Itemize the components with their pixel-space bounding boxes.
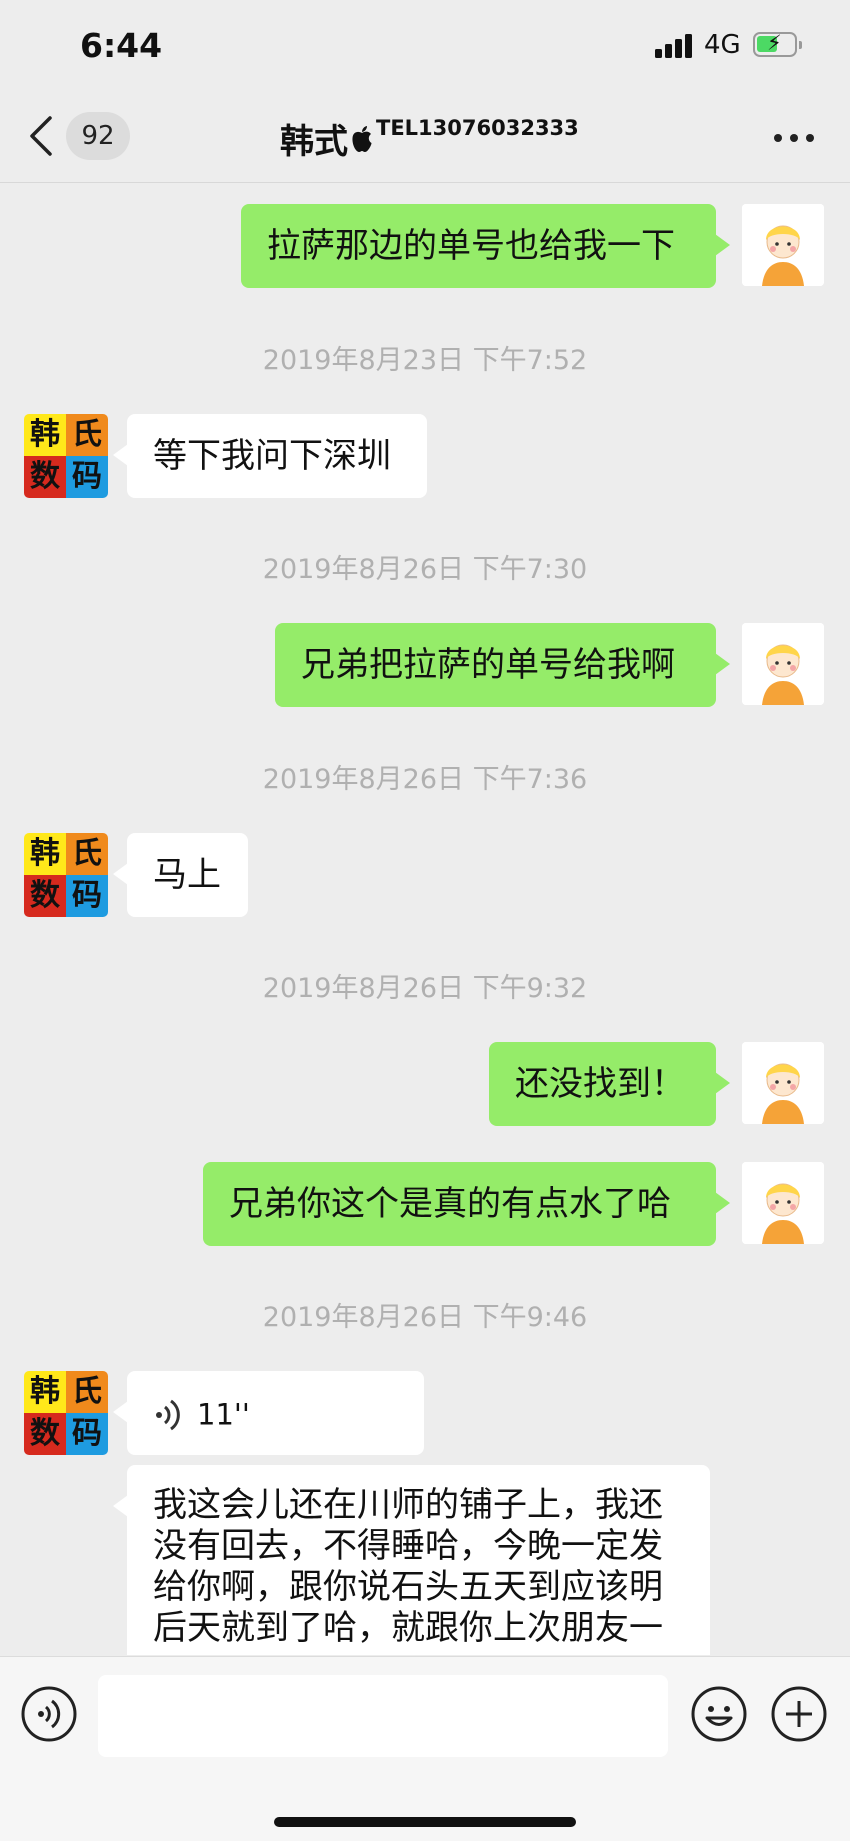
contact-avatar[interactable]: 韩 氏 数 码 [24, 1371, 108, 1455]
message-bubble[interactable]: 我这会儿还在川师的铺子上，我还没有回去，不得睡哈，今晚一定发给你啊，跟你说石头五… [113, 1465, 710, 1655]
avatar-char: 数 [24, 875, 66, 917]
timestamp: 2019年8月26日 下午7:36 [262, 764, 588, 795]
message-bubble[interactable]: 兄弟把拉萨的单号给我啊 [275, 623, 730, 707]
message-bubble[interactable]: 马上 [113, 833, 248, 917]
avatar-char: 数 [24, 456, 66, 498]
contact-name: 韩式 [280, 122, 348, 162]
input-bar [0, 1656, 850, 1841]
contact-tel: TEL13076032333 [376, 116, 579, 140]
more-options-button[interactable] [770, 1685, 828, 1743]
chat-header: 92 韩式 TEL13076032333 [0, 100, 850, 183]
message-input[interactable] [98, 1675, 668, 1757]
avatar-char: 氏 [66, 1371, 108, 1413]
avatar-char: 韩 [24, 1371, 66, 1413]
message-bubble[interactable]: 兄弟你这个是真的有点水了哈 [203, 1162, 730, 1246]
contact-avatar[interactable]: 韩 氏 数 码 [24, 833, 108, 917]
network-type: 4G [704, 30, 741, 60]
chevron-left-icon [30, 116, 52, 156]
voice-input-button[interactable] [20, 1685, 78, 1743]
cartoon-boy-icon [742, 1162, 824, 1244]
avatar-char: 数 [24, 1413, 66, 1455]
timestamp: 2019年8月23日 下午7:52 [262, 345, 588, 376]
avatar-char: 码 [66, 1413, 108, 1455]
voice-message[interactable]: 11'' [113, 1371, 424, 1455]
unread-badge[interactable]: 92 [66, 112, 130, 160]
status-bar: 6:44 4G ⚡ [0, 0, 850, 100]
back-button[interactable] [28, 114, 68, 160]
voice-wave-icon [156, 1399, 180, 1430]
my-avatar[interactable] [742, 1162, 824, 1244]
cartoon-boy-icon [742, 1042, 824, 1124]
plus-icon [771, 1686, 827, 1742]
my-avatar[interactable] [742, 623, 824, 705]
battery-icon: ⚡ [753, 31, 802, 57]
voice-duration: 11'' [197, 1397, 250, 1432]
emoji-button[interactable] [690, 1685, 748, 1743]
signal-icon [655, 34, 693, 58]
my-avatar[interactable] [742, 204, 824, 286]
apple-logo-icon [352, 125, 372, 152]
message-bubble[interactable]: 拉萨那边的单号也给我一下 [241, 204, 730, 288]
my-avatar[interactable] [742, 1042, 824, 1124]
contact-avatar[interactable]: 韩 氏 数 码 [24, 414, 108, 498]
message-bubble[interactable]: 等下我问下深圳 [113, 414, 427, 498]
avatar-char: 码 [66, 456, 108, 498]
timestamp: 2019年8月26日 下午9:32 [262, 973, 588, 1004]
avatar-char: 氏 [66, 414, 108, 456]
more-button[interactable] [770, 114, 818, 160]
avatar-char: 码 [66, 875, 108, 917]
status-time: 6:44 [80, 26, 163, 65]
home-indicator[interactable] [274, 1817, 576, 1827]
timestamp: 2019年8月26日 下午7:30 [262, 554, 588, 585]
voice-icon [21, 1686, 77, 1742]
cartoon-boy-icon [742, 623, 824, 705]
timestamp: 2019年8月26日 下午9:46 [262, 1302, 588, 1333]
message-bubble[interactable]: 还没找到！ [489, 1042, 730, 1126]
chat-title[interactable]: 韩式 TEL13076032333 [280, 114, 610, 162]
cartoon-boy-icon [742, 204, 824, 286]
avatar-char: 韩 [24, 833, 66, 875]
avatar-char: 韩 [24, 414, 66, 456]
message-list[interactable]: 拉萨那边的单号也给我一下 2019年8月23日 下午7:52 韩 氏 数 码 等… [0, 183, 850, 1655]
avatar-char: 氏 [66, 833, 108, 875]
emoji-icon [691, 1686, 747, 1742]
